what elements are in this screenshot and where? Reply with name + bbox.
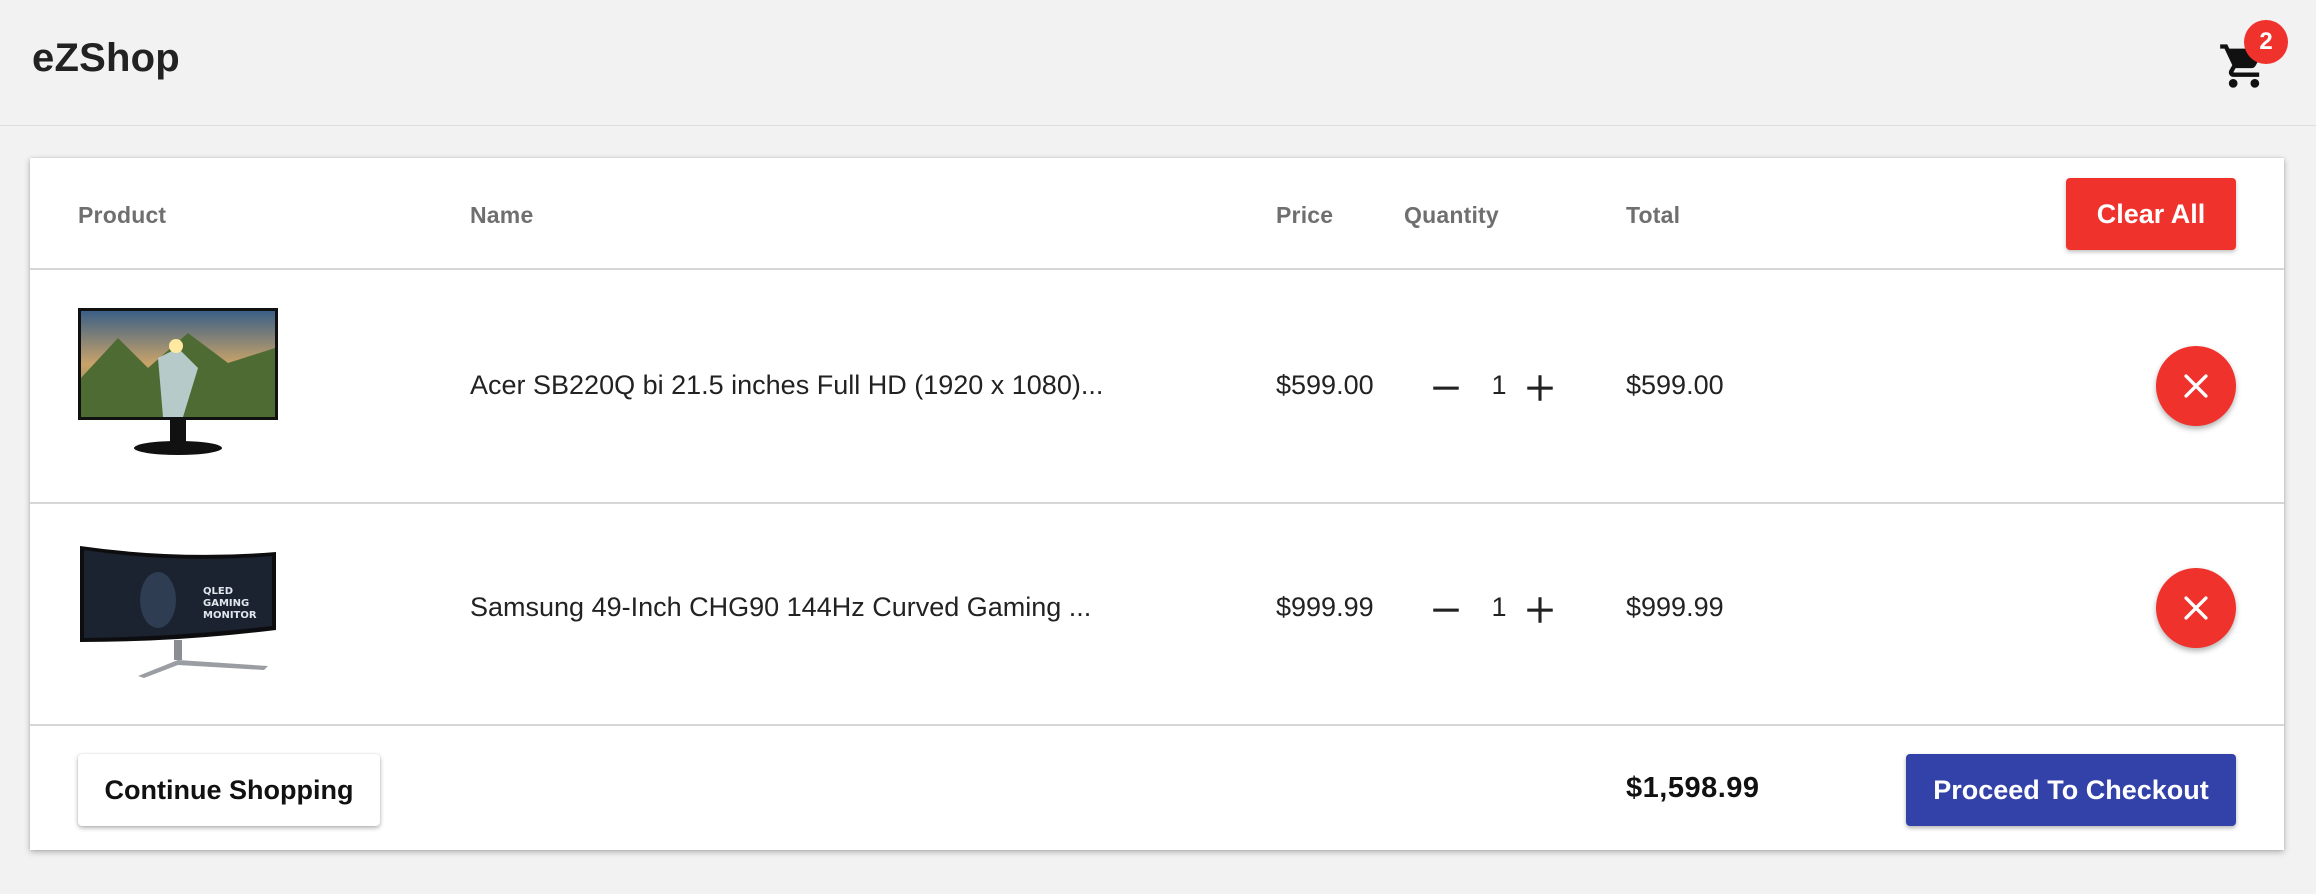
minus-icon <box>1433 608 1459 612</box>
svg-text:MONITOR: MONITOR <box>203 610 257 621</box>
svg-text:GAMING: GAMING <box>203 598 249 609</box>
brand-title[interactable]: eZShop <box>32 36 180 81</box>
increase-quantity-button[interactable] <box>1520 368 1560 408</box>
decrease-quantity-button[interactable] <box>1426 590 1466 630</box>
proceed-to-checkout-button[interactable]: Proceed To Checkout <box>1906 754 2236 826</box>
continue-shopping-button[interactable]: Continue Shopping <box>78 754 380 826</box>
product-image-acer-monitor[interactable] <box>78 308 278 458</box>
header-quantity: Quantity <box>1404 202 1499 228</box>
page-bottom-band <box>0 880 2316 894</box>
decrease-quantity-button[interactable] <box>1426 368 1466 408</box>
item-quantity: 1 <box>1491 370 1507 400</box>
product-image-samsung-monitor[interactable]: QLED GAMING MONITOR <box>78 538 278 688</box>
close-icon <box>2184 374 2208 398</box>
header-price: Price <box>1276 202 1334 228</box>
item-price: $999.99 <box>1276 592 1374 622</box>
close-icon <box>2184 596 2208 620</box>
minus-icon <box>1433 386 1459 390</box>
item-name[interactable]: Acer SB220Q bi 21.5 inches Full HD (1920… <box>470 370 1103 401</box>
item-name[interactable]: Samsung 49-Inch CHG90 144Hz Curved Gamin… <box>470 592 1091 623</box>
item-quantity: 1 <box>1491 592 1507 622</box>
clear-all-button[interactable]: Clear All <box>2066 178 2236 250</box>
plus-icon <box>1527 597 1553 623</box>
header-total: Total <box>1626 202 1681 228</box>
header-product: Product <box>78 202 167 228</box>
table-row: Acer SB220Q bi 21.5 inches Full HD (1920… <box>30 270 2284 502</box>
item-price: $599.00 <box>1276 370 1374 400</box>
header-name: Name <box>470 202 534 228</box>
top-app-bar: eZShop 2 <box>0 0 2316 126</box>
item-total: $599.00 <box>1626 370 1724 400</box>
remove-item-button[interactable] <box>2156 568 2236 648</box>
cart-grand-total: $1,598.99 <box>1626 772 1760 804</box>
plus-icon <box>1527 375 1553 401</box>
increase-quantity-button[interactable] <box>1520 590 1560 630</box>
remove-item-button[interactable] <box>2156 346 2236 426</box>
footer-divider <box>30 724 2284 726</box>
cart-count-badge: 2 <box>2244 20 2288 64</box>
item-total: $999.99 <box>1626 592 1724 622</box>
cart-table-card: Product Name Price Quantity Total Clear … <box>30 158 2284 850</box>
svg-text:QLED: QLED <box>203 586 233 597</box>
table-row: QLED GAMING MONITOR Samsung 49-Inch CHG9… <box>30 504 2284 724</box>
